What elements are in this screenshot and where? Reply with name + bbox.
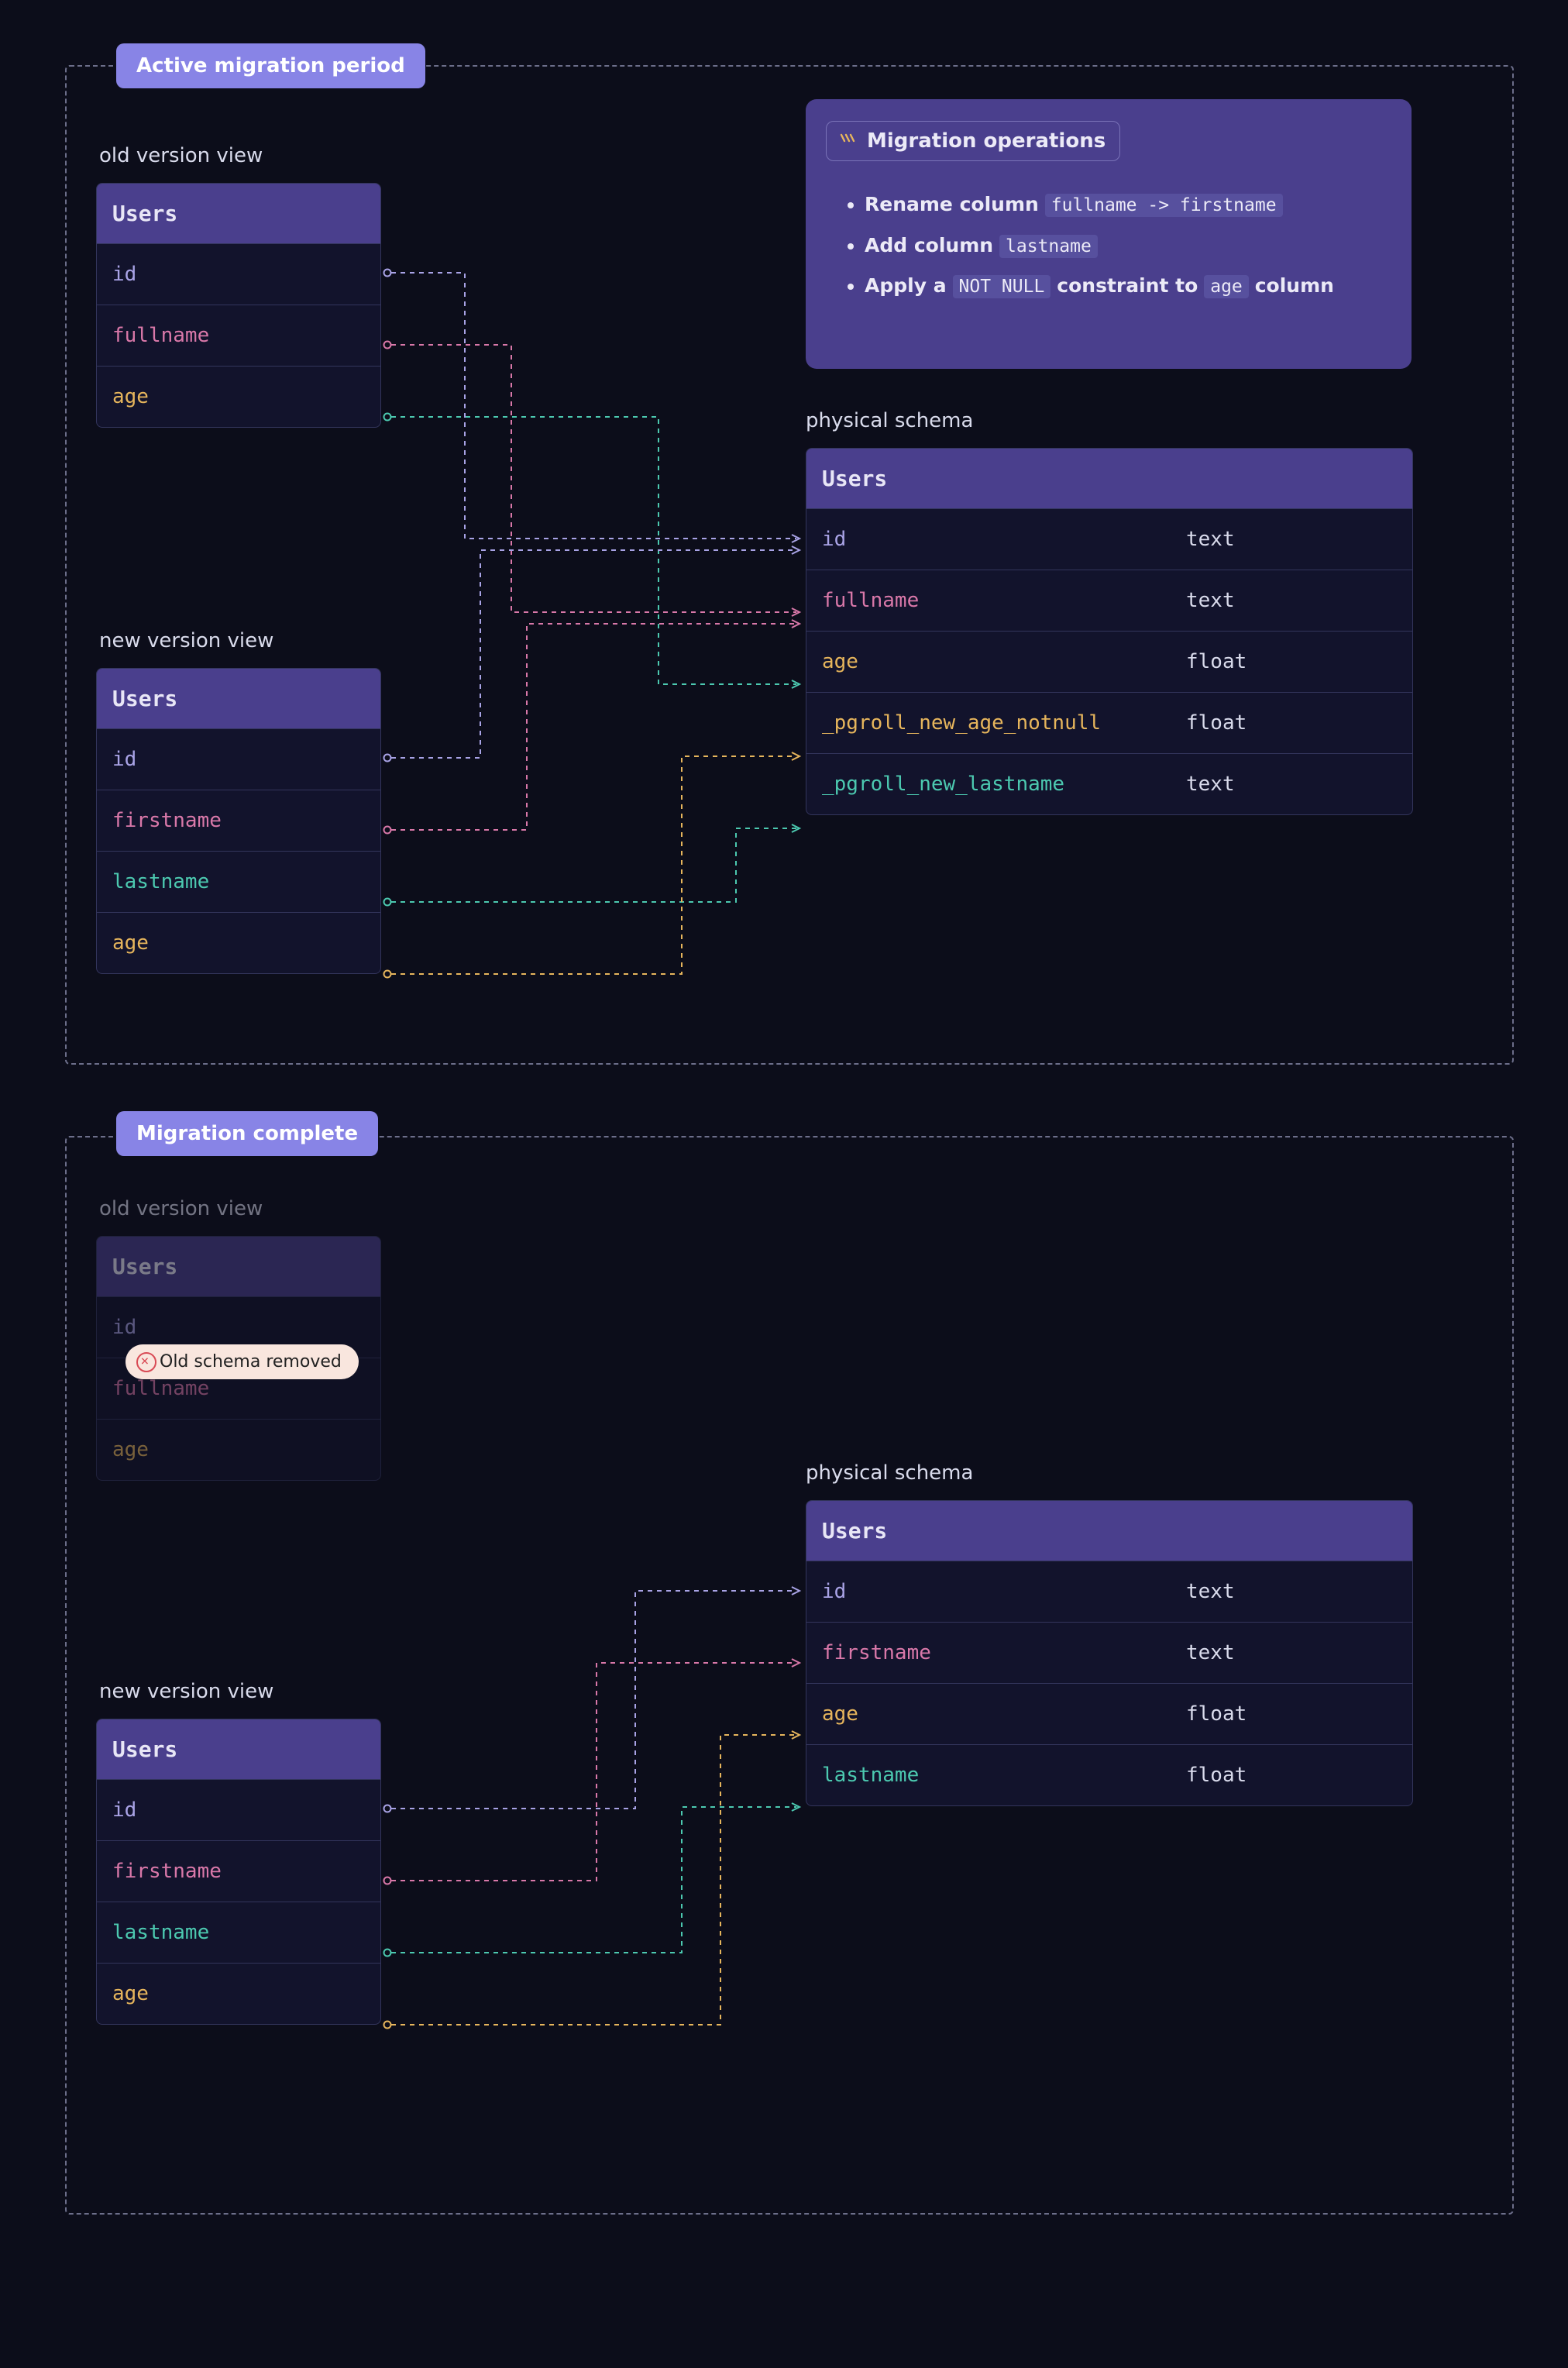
col-firstname: firstname: [806, 1623, 1171, 1683]
col-id: id: [806, 1561, 1171, 1622]
col-firstname: firstname: [97, 790, 380, 851]
col-id: id: [97, 244, 380, 305]
migration-ops-header: Migration operations: [826, 121, 1120, 161]
col-age: age: [806, 1684, 1171, 1744]
col-type: text: [1171, 1561, 1412, 1622]
col-age: age: [97, 1420, 380, 1480]
complete-badge: Migration complete: [116, 1111, 378, 1156]
col-age: age: [806, 632, 1171, 692]
op-item-add: Add column lastname: [865, 225, 1391, 267]
new-view-label-1: new version view: [99, 629, 273, 652]
table-header: Users: [97, 1719, 380, 1779]
new-view-label-2: new version view: [99, 1680, 273, 1703]
active-period-badge: Active migration period: [116, 43, 425, 88]
col-fullname: fullname: [97, 305, 380, 366]
old-view-label-1: old version view: [99, 144, 263, 167]
col-lastname: lastname: [97, 1902, 380, 1963]
physical-table-1: Users idtext fullnametext agefloat _pgro…: [806, 448, 1413, 815]
col-id: id: [97, 729, 380, 790]
removed-pill-label: Old schema removed: [160, 1352, 342, 1372]
col-type: text: [1171, 570, 1412, 631]
col-fullname: fullname: [806, 570, 1171, 631]
op-item-rename: Rename column fullname -> firstname: [865, 184, 1391, 225]
col-age: age: [97, 913, 380, 973]
col-new-age: _pgroll_new_age_notnull: [806, 693, 1171, 753]
old-view-label-2: old version view: [99, 1197, 263, 1220]
op-item-constraint: Apply a NOT NULL constraint to age colum…: [865, 266, 1391, 307]
col-id: id: [806, 509, 1171, 570]
col-type: float: [1171, 1684, 1412, 1744]
table-header: Users: [97, 184, 380, 243]
col-type: text: [1171, 754, 1412, 814]
new-view-table-1: Users id firstname lastname age: [96, 668, 381, 974]
new-view-table-2: Users id firstname lastname age: [96, 1719, 381, 2025]
removed-pill: Old schema removed: [126, 1344, 359, 1379]
col-age: age: [97, 367, 380, 427]
col-age: age: [97, 1964, 380, 2024]
col-type: float: [1171, 1745, 1412, 1805]
col-type: float: [1171, 632, 1412, 692]
col-type: text: [1171, 1623, 1412, 1683]
migration-operations-box: Migration operations Rename column fulln…: [806, 99, 1412, 369]
migration-ops-list: Rename column fullname -> firstname Add …: [826, 184, 1391, 307]
col-type: float: [1171, 693, 1412, 753]
col-type: text: [1171, 509, 1412, 570]
old-view-table-1: Users id fullname age: [96, 183, 381, 428]
col-lastname: lastname: [97, 852, 380, 912]
migration-ops-title: Migration operations: [867, 129, 1106, 153]
col-firstname: firstname: [97, 1841, 380, 1902]
table-header: Users: [97, 1237, 380, 1296]
col-lastname: lastname: [806, 1745, 1171, 1805]
col-id: id: [97, 1780, 380, 1840]
migration-icon: [837, 131, 858, 151]
physical-label-1: physical schema: [806, 409, 973, 432]
physical-label-2: physical schema: [806, 1461, 973, 1485]
table-header: Users: [97, 669, 380, 728]
table-header: Users: [806, 449, 1412, 508]
col-new-lastname: _pgroll_new_lastname: [806, 754, 1171, 814]
physical-table-2: Users idtext firstnametext agefloat last…: [806, 1500, 1413, 1806]
table-header: Users: [806, 1501, 1412, 1561]
